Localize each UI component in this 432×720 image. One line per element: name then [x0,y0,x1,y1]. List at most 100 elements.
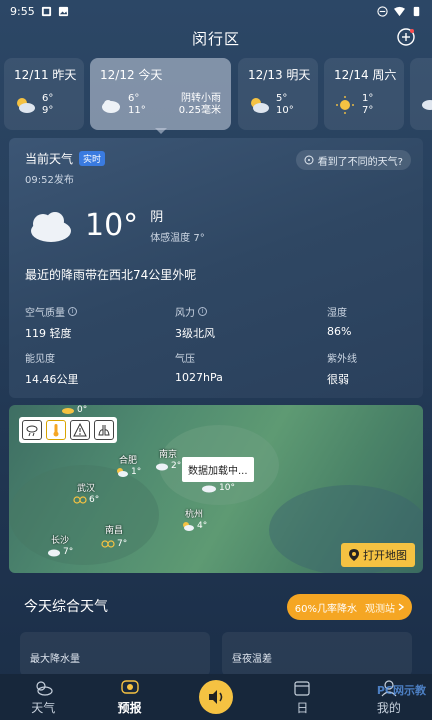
status-time: 9:55 [10,4,35,18]
nav-forecast[interactable]: 预报 [86,674,172,720]
bottom-nav: 天气 预报 日 我的 [0,674,432,720]
day-rain-amount: 0.25毫米 [178,105,221,116]
current-temperature: 10° [85,207,139,243]
day-low: 11° [128,105,146,116]
feedback-button[interactable]: 看到了不同的天气? [295,150,411,170]
day-forecast-strip: 12/11 昨天 6° 9° 12/12 今天 6° 11° 阴转小雨 0.25毫米 … [0,58,432,132]
current-condition: 阴 [150,210,164,225]
current-weather-title: 当前天气 [25,152,74,166]
cloudy-icon [202,485,216,493]
rain-chance-button[interactable]: 60%几率降水 观测站 [286,594,412,620]
map-temp: 0° [77,405,88,415]
status-bar: 9:55 [0,0,432,22]
day-card-next[interactable] [410,58,432,130]
lungs-icon [98,425,110,436]
stat-pressure: 气压 1027hPa [175,350,305,384]
map-terrain [9,465,159,565]
warning-icon [73,423,87,437]
day-card-saturday[interactable]: 12/14 周六 1° 7° [324,58,404,130]
stat-value: 86% [327,325,352,338]
publish-time: 09:52发布 [25,175,74,186]
day-low: 9° [42,105,54,116]
day-date: 12/14 周六 [334,68,397,82]
stat-label: 湿度 [327,308,347,319]
dnd-icon [377,5,388,17]
add-city-icon[interactable] [396,27,416,47]
sunny-icon [336,96,354,114]
speaker-icon [209,690,223,704]
cloudy-icon [48,549,60,557]
day-card-tomorrow[interactable]: 12/13 明天 5° 10° [238,58,318,130]
nav-voice[interactable] [173,674,259,720]
station-link[interactable]: 观测站 [365,600,404,615]
day-desc: 阴转小雨 [181,93,221,104]
map-temp: 6° [89,495,100,505]
stat-aqi[interactable]: 空气质量 i 119 轻度 [25,304,155,341]
stat-uv: 紫外线 很弱 [327,350,432,387]
day-date: 12/13 明天 [248,68,311,82]
stat-label: 紫外线 [327,354,357,365]
header: 闵行区 [0,24,432,52]
map-temp: 10° [219,483,235,493]
day-low: 10° [276,105,294,116]
weather-icon [36,680,53,696]
city-label-wuhan: 武汉 [77,484,96,494]
stat-humidity: 湿度 86% [327,304,432,338]
watermark: PC网示教 [376,684,426,697]
map-temp-marker: 7° [47,547,73,557]
city-label-nanchang: 南昌 [105,526,124,536]
thermometer-icon [53,424,59,437]
map-temp: 7° [63,547,74,557]
current-weather-card: 当前天气 实时 看到了不同的天气? 09:52发布 10° 阴 体感温度 7° … [9,138,423,398]
status-left: 9:55 [10,5,69,18]
nav-label: 天气 [31,700,56,715]
weather-map[interactable]: 0° 合肥 1° 南京 2° 数据加载中... 10° 武汉 6° 杭州 4° … [9,405,423,573]
map-temp-marker: 4° [181,521,207,531]
cloud-icon [62,408,74,414]
partly-cloudy-icon [183,522,194,531]
day-card-yesterday[interactable]: 12/11 昨天 6° 9° [4,58,84,130]
city-label-changsha: 长沙 [51,536,70,546]
battery-icon [413,6,420,16]
station-label: 观测站 [365,603,395,615]
map-temp-marker: 0° [61,405,87,415]
nav-weather[interactable]: 天气 [0,674,86,720]
map-layer-air[interactable] [94,420,114,440]
rain-cloud-icon [26,425,38,437]
stat-label: 风力 [175,308,195,319]
feedback-label: 看到了不同的天气? [317,156,403,168]
card-label: 最大降水量 [30,654,80,665]
cloudy-icon [31,212,71,242]
calendar-icon [294,680,311,696]
stat-label: 气压 [175,354,195,365]
card-day-night-diff[interactable]: 昼夜温差 [222,632,412,676]
nav-calendar[interactable]: 日 [259,674,345,720]
map-layer-toolbar [19,417,117,443]
fog-icon [73,496,87,504]
stat-value: 14.46公里 [25,373,79,386]
location-title[interactable]: 闵行区 [192,28,240,49]
cloudy-icon [102,100,120,113]
today-summary-title: 今天综合天气 [24,599,108,615]
day-date: 12/11 昨天 [14,68,77,82]
card-label: 昼夜温差 [232,654,272,665]
day-card-today[interactable]: 12/12 今天 6° 11° 阴转小雨 0.25毫米 [90,58,231,130]
map-layer-warning[interactable] [70,420,90,440]
voice-broadcast-button[interactable] [199,680,234,714]
status-right [377,5,422,17]
info-icon: i [198,307,207,316]
stat-value: 1027hPa [175,371,223,384]
feels-like: 体感温度 7° [150,233,205,244]
partly-cloudy-icon [117,468,128,477]
partly-cloudy-icon [251,98,269,113]
card-max-rain[interactable]: 最大降水量 [20,632,210,676]
day-high: 6° [128,93,140,104]
map-layer-temperature[interactable] [46,420,66,440]
stat-wind[interactable]: 风力 i 3级北风 [175,304,305,341]
stat-label: 能见度 [25,354,55,365]
cloudy-icon [156,463,168,471]
map-layer-rain[interactable] [22,420,42,440]
stat-visibility: 能见度 14.46公里 [25,350,155,387]
day-high: 1° [362,93,374,104]
open-map-button[interactable]: 打开地图 [341,543,415,567]
